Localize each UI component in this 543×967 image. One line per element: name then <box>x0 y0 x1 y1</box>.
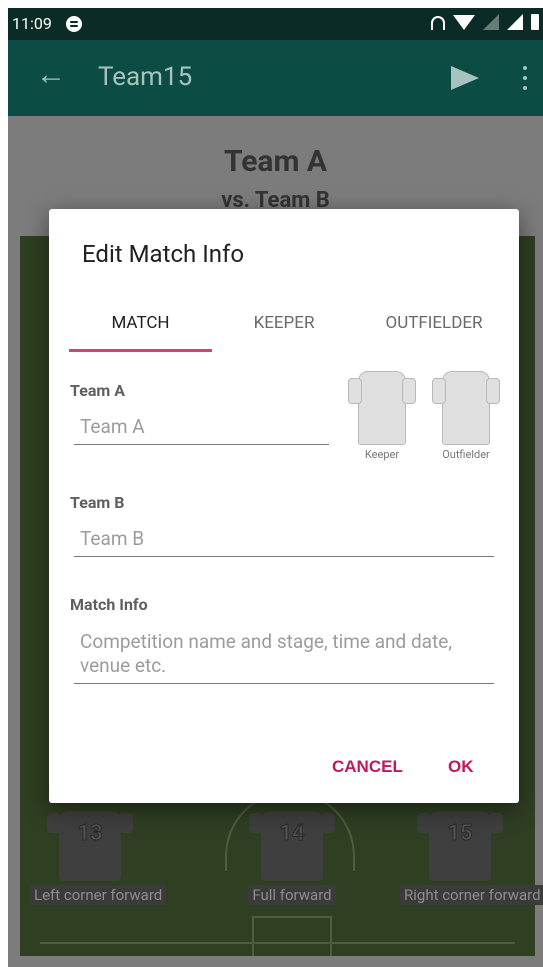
position-label: Right corner forward <box>400 885 543 905</box>
spotify-icon <box>66 16 82 32</box>
player-13: 13 Left corner forward <box>30 811 167 905</box>
team-b-field[interactable]: Team B <box>74 523 494 557</box>
headphones-icon <box>431 16 445 30</box>
pitch-goal-area <box>252 916 332 956</box>
match-info-placeholder: Competition name and stage, time and dat… <box>80 630 453 677</box>
shirt-number: 14 <box>279 821 305 847</box>
shirt-icon: 13 <box>47 811 133 881</box>
app-title: Team15 <box>98 62 193 92</box>
player-14: 14 Full forward <box>232 811 352 905</box>
dialog-title: Edit Match Info <box>82 240 244 268</box>
shirt-number: 13 <box>77 821 103 847</box>
match-info-label: Match Info <box>70 595 148 614</box>
status-time: 11:09 <box>12 14 52 33</box>
cancel-button[interactable]: CANCEL <box>332 757 403 777</box>
keeper-shirt-icon <box>348 371 416 445</box>
team-a-field[interactable]: Team A <box>74 411 329 445</box>
player-15: 15 Right corner forward <box>400 811 543 905</box>
battery-icon <box>531 14 539 30</box>
tab-outfielder[interactable]: OUTFIELDER <box>359 313 509 333</box>
status-bar: 11:09 <box>8 8 543 40</box>
match-info-field[interactable]: Competition name and stage, time and dat… <box>74 626 494 684</box>
signal-icon <box>507 14 523 30</box>
outfielder-shirt-icon <box>432 371 500 445</box>
position-label: Full forward <box>248 885 336 905</box>
send-icon[interactable] <box>451 66 479 90</box>
team-b-label: Team B <box>70 493 125 512</box>
tab-match[interactable]: MATCH <box>69 313 212 333</box>
shirt-number: 15 <box>447 821 473 847</box>
tab-indicator <box>69 349 212 352</box>
status-icons <box>431 14 539 30</box>
no-signal-icon <box>483 14 499 30</box>
keeper-caption: Keeper <box>364 448 400 461</box>
app-bar: ← Team15 <box>8 40 543 116</box>
team-a-placeholder: Team A <box>80 415 145 438</box>
more-vert-icon[interactable] <box>523 66 527 90</box>
keeper-jersey-button[interactable]: Keeper <box>347 371 417 461</box>
position-label: Left corner forward <box>30 885 167 905</box>
team-b-placeholder: Team B <box>80 527 145 550</box>
back-arrow-icon[interactable]: ← <box>36 60 66 90</box>
background-team-a: Team A <box>223 144 328 179</box>
team-a-label: Team A <box>70 381 125 400</box>
edit-match-dialog: Edit Match Info MATCH KEEPER OUTFIELDER … <box>49 209 519 803</box>
tab-keeper[interactable]: KEEPER <box>224 313 344 333</box>
dialog-tabs: MATCH KEEPER OUTFIELDER <box>69 301 509 353</box>
outfielder-caption: Outfielder <box>442 448 490 461</box>
wifi-icon <box>453 14 475 30</box>
shirt-icon: 14 <box>249 811 335 881</box>
outfielder-jersey-button[interactable]: Outfielder <box>431 371 501 461</box>
ok-button[interactable]: OK <box>448 757 474 777</box>
shirt-icon: 15 <box>417 811 503 881</box>
phone-screen: 11:09 ← Team15 Team A vs. Team B 13 Left… <box>8 8 543 967</box>
